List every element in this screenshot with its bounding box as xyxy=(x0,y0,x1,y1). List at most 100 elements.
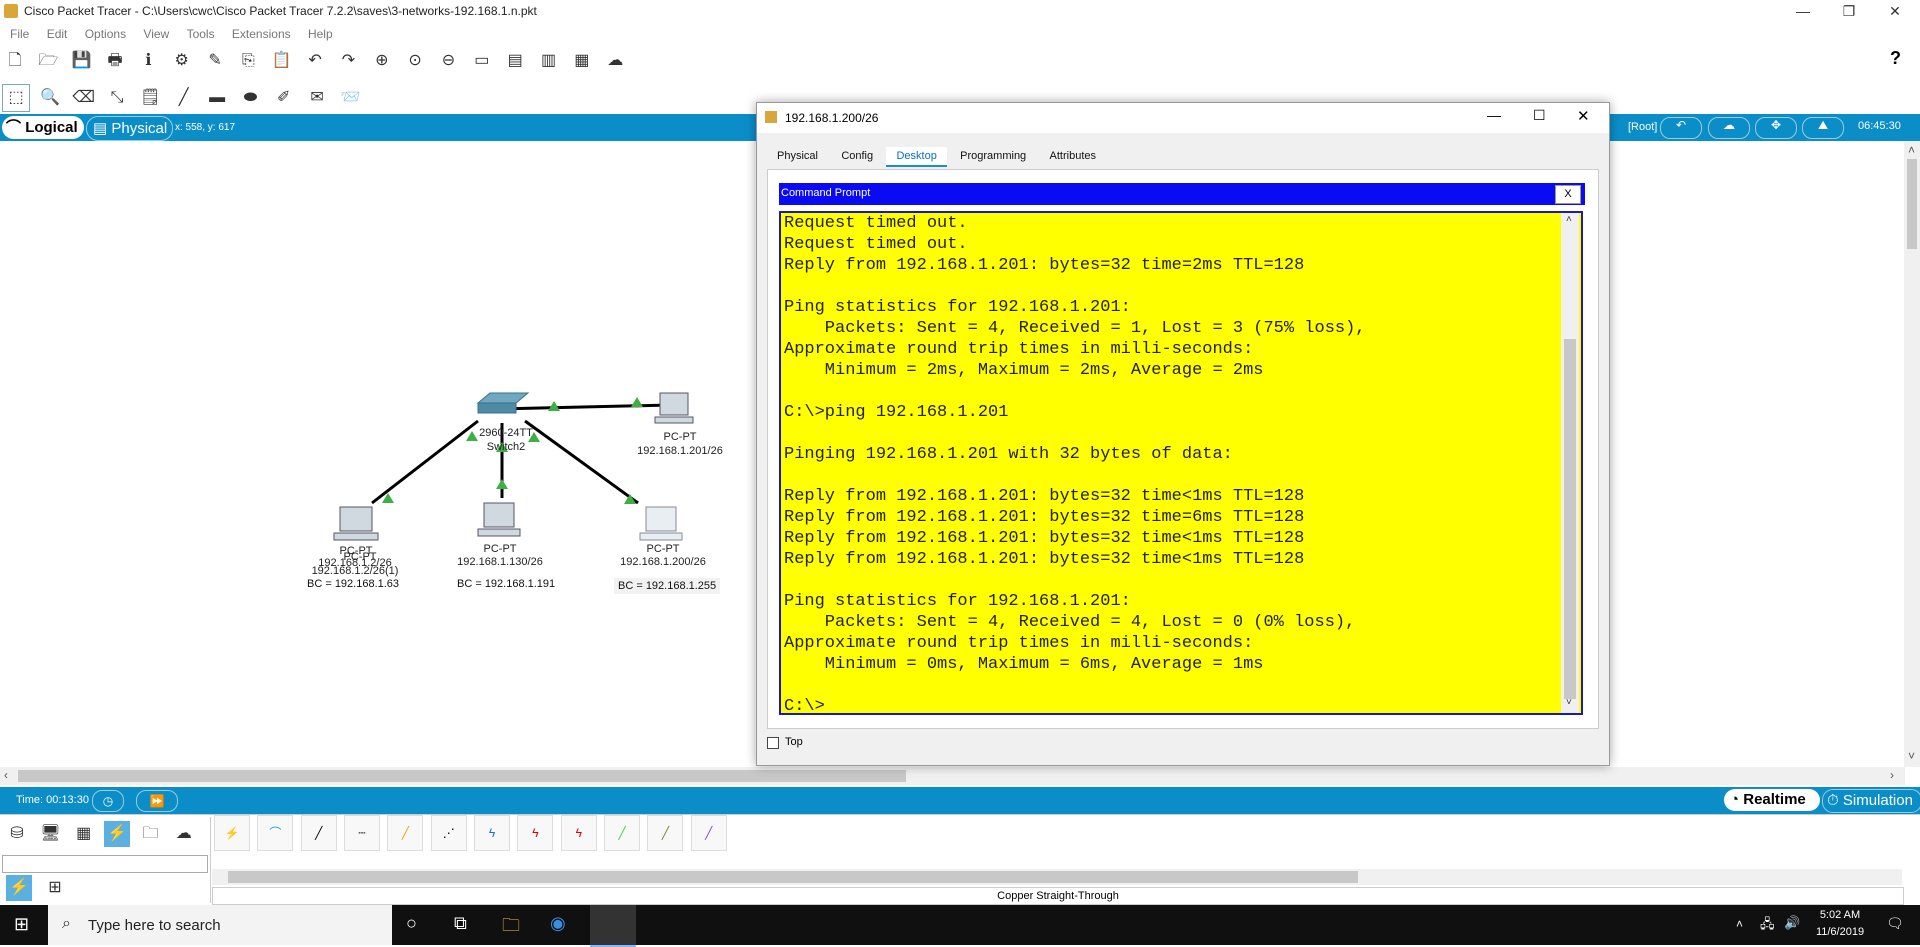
terminal-scroll-thumb[interactable] xyxy=(1564,339,1576,699)
taskbar-time[interactable]: 5:02 AM xyxy=(1810,909,1870,921)
fast-forward-icon[interactable]: ⏩ xyxy=(136,790,178,812)
console-cable-icon[interactable]: ⌒ xyxy=(257,815,294,851)
close-button[interactable]: ✕ xyxy=(1872,0,1918,24)
open-folder-icon[interactable]: 🗁 xyxy=(35,48,61,74)
network-tray-icon[interactable]: 🖧 xyxy=(1760,915,1775,937)
zoom-in-icon[interactable]: ⊕ xyxy=(369,48,395,74)
serial-dte-icon[interactable]: ϟ xyxy=(560,815,597,851)
connection-type-icon[interactable]: ⚡ xyxy=(6,875,32,901)
complex-pdu-icon[interactable]: 📨 xyxy=(337,85,363,111)
components-icon[interactable]: ▦ xyxy=(71,821,97,847)
device-search[interactable] xyxy=(2,855,208,873)
realtime-mode-button[interactable]: ◔ Realtime xyxy=(1724,789,1820,811)
command-prompt-close-button[interactable]: X xyxy=(1555,185,1581,204)
power-cycle-icon[interactable]: ◷ xyxy=(92,790,124,812)
end-devices-icon[interactable]: 🖥 xyxy=(37,821,63,847)
tab-physical-dialog[interactable]: Physical xyxy=(767,147,828,165)
move-object-icon[interactable]: ✥ xyxy=(1755,117,1797,139)
inspect-icon[interactable]: 🔍 xyxy=(37,85,63,111)
volume-tray-icon[interactable]: 🔊 xyxy=(1784,915,1800,931)
menu-help[interactable]: Help xyxy=(308,24,333,44)
restore-button[interactable]: ❐ xyxy=(1826,0,1872,24)
task-view-icon[interactable]: ⧉ xyxy=(454,913,467,934)
terminal-scroll-down-icon[interactable]: ˅ xyxy=(1566,697,1572,708)
tab-config[interactable]: Config xyxy=(831,147,883,165)
vertical-scroll-thumb[interactable] xyxy=(1907,159,1917,249)
root-label[interactable]: [Root] xyxy=(1628,121,1657,133)
rectangle-icon[interactable]: ▬ xyxy=(204,85,230,111)
vertical-scrollbar[interactable]: ˄ ˅ xyxy=(1904,141,1920,767)
back-icon[interactable]: ↶ xyxy=(1660,117,1702,139)
line-icon[interactable]: ╱ xyxy=(171,85,197,111)
grid-icon[interactable]: ⊞ xyxy=(42,875,68,901)
menu-edit[interactable]: Edit xyxy=(47,24,68,44)
zoom-out-icon[interactable]: ⊖ xyxy=(435,48,461,74)
phone-cable-icon[interactable]: ⋰ xyxy=(430,815,467,851)
delete-icon[interactable]: ⌫ xyxy=(71,85,97,111)
zoom-reset-icon[interactable]: ⊙ xyxy=(402,48,428,74)
taskbar-date[interactable]: 11/6/2019 xyxy=(1810,926,1870,938)
multiuser-icon[interactable]: ☁ xyxy=(171,821,197,847)
file-explorer-icon[interactable]: 🗀 xyxy=(502,913,520,943)
activity-wizard-icon[interactable]: ✎ xyxy=(202,48,228,74)
device-icon[interactable]: ▦ xyxy=(569,48,595,74)
copper-straight-through-icon[interactable]: ╱ xyxy=(300,815,337,851)
dialog-close-button[interactable]: ✕ xyxy=(1577,107,1590,125)
scroll-up-icon[interactable]: ˄ xyxy=(1908,143,1915,157)
network-devices-icon[interactable]: ⛁ xyxy=(4,821,30,847)
misc-icon[interactable]: 🗀 xyxy=(137,821,163,847)
scroll-down-icon[interactable]: ˅ xyxy=(1908,749,1915,763)
viewport-icon[interactable]: ▥ xyxy=(536,48,562,74)
ellipse-icon[interactable]: ⬬ xyxy=(237,85,263,111)
save-icon[interactable]: 💾 xyxy=(69,48,95,74)
top-checkbox[interactable] xyxy=(767,737,779,749)
taskbar-search[interactable]: ⌕ Type here to search xyxy=(48,905,392,945)
menu-file[interactable]: File xyxy=(10,24,29,44)
paste-icon[interactable]: 📋 xyxy=(269,48,295,74)
windows-start-icon[interactable]: ⊞ xyxy=(14,914,29,935)
octal-cable-icon[interactable]: ╱ xyxy=(604,815,641,851)
set-background-icon[interactable]: ⛰ xyxy=(1802,117,1844,139)
note-icon[interactable]: 🗒 xyxy=(137,85,163,111)
terminal-scroll-up-icon[interactable]: ˄ xyxy=(1566,214,1572,225)
tab-physical[interactable]: ▤ Physical xyxy=(86,116,173,141)
menu-tools[interactable]: Tools xyxy=(187,24,215,44)
dialog-maximize-button[interactable]: ☐ xyxy=(1533,107,1546,124)
resize-icon[interactable]: ⤡ xyxy=(104,85,130,111)
connections-scrollbar[interactable] xyxy=(212,869,1902,885)
iot-custom-cable-icon[interactable]: ╱ xyxy=(647,815,684,851)
terminal-scrollbar[interactable]: ˄ ˅ xyxy=(1561,213,1579,713)
drawing-palette-icon[interactable]: ▭ xyxy=(469,48,495,74)
tab-attributes[interactable]: Attributes xyxy=(1040,147,1106,165)
copper-cross-over-icon[interactable]: ┄ xyxy=(344,815,381,851)
packet-tracer-taskbar-icon[interactable] xyxy=(590,905,636,947)
serial-dce-icon[interactable]: ϟ xyxy=(517,815,554,851)
undo-icon[interactable]: ↶ xyxy=(302,48,328,74)
tab-logical[interactable]: ⌒ Logical xyxy=(2,116,84,139)
scroll-right-icon[interactable]: › xyxy=(1890,768,1894,782)
simulation-mode-button[interactable]: ⏱ Simulation xyxy=(1822,789,1920,813)
info-icon[interactable]: ℹ xyxy=(135,48,161,74)
fiber-icon[interactable]: ╱ xyxy=(387,815,424,851)
horizontal-scrollbar[interactable]: ‹ › xyxy=(0,767,1905,785)
terminal[interactable]: Request timed out. Request timed out. Repl… xyxy=(779,211,1583,716)
menu-view[interactable]: View xyxy=(143,24,169,44)
tray-chevron-icon[interactable]: ˄ xyxy=(1736,917,1743,931)
minimize-button[interactable]: — xyxy=(1780,0,1826,24)
menu-extensions[interactable]: Extensions xyxy=(232,24,291,44)
usb-cable-icon[interactable]: ╱ xyxy=(690,815,727,851)
redo-icon[interactable]: ↷ xyxy=(335,48,361,74)
horizontal-scroll-thumb[interactable] xyxy=(18,770,906,782)
new-file-icon[interactable]: 🗋 xyxy=(2,48,28,74)
scroll-left-icon[interactable]: ‹ xyxy=(4,768,8,782)
dialog-minimize-button[interactable]: — xyxy=(1487,107,1501,123)
freeform-icon[interactable]: ✐ xyxy=(271,85,297,111)
tab-programming[interactable]: Programming xyxy=(950,147,1036,165)
print-icon[interactable]: 🖶 xyxy=(102,48,128,74)
menu-options[interactable]: Options xyxy=(85,24,126,44)
help-icon[interactable]: ? xyxy=(1890,48,1901,69)
network-wizard-icon[interactable]: ⚙ xyxy=(169,48,195,74)
copy-icon[interactable]: ⎘ xyxy=(235,48,261,74)
cloud-icon[interactable]: ☁ xyxy=(602,48,628,74)
select-icon[interactable]: ⬚ xyxy=(2,84,30,112)
